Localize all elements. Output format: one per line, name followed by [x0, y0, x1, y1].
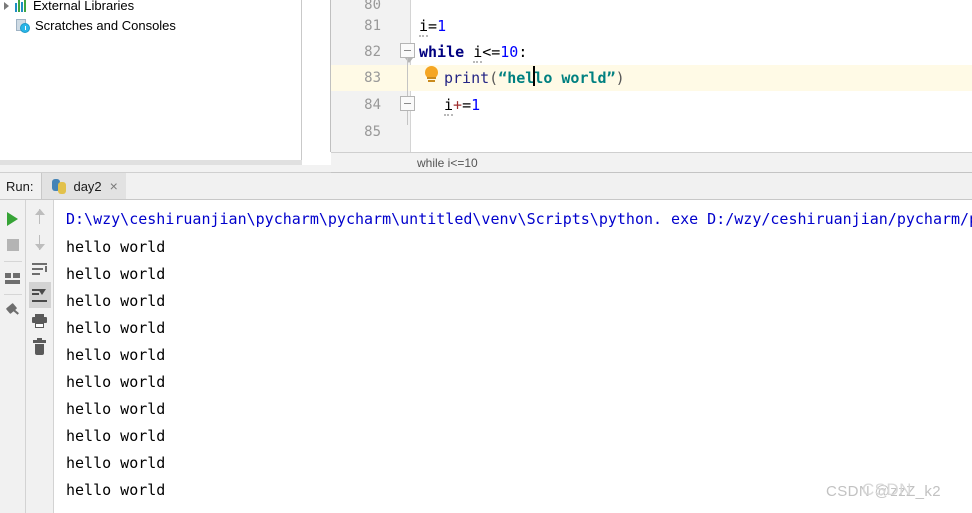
watermark-logo: CSDN — [862, 480, 912, 499]
console-output-line: hello world — [66, 346, 166, 364]
tree-item-label: Scratches and Consoles — [35, 18, 176, 33]
tree-item-scratches-and-consoles[interactable]: Scratches and Consoles — [0, 16, 176, 35]
up-button[interactable] — [29, 204, 51, 230]
pycharm-window: External Libraries Scratches and Console… — [0, 0, 972, 513]
console-output-line: hello world — [66, 400, 166, 418]
run-window-label: Run: — [6, 178, 34, 194]
pin-tab-button[interactable] — [2, 298, 24, 324]
run-tab-day2[interactable]: day2 × — [42, 173, 126, 199]
code-text-82: while i<=10: — [419, 43, 528, 63]
clear-all-button[interactable] — [29, 334, 51, 360]
console-output-line: hello world — [66, 238, 166, 256]
layout-icon — [5, 272, 20, 284]
console-output-line: hello world — [66, 454, 166, 472]
code-text-81: i=1 — [419, 17, 447, 37]
console-actions-toolbar — [26, 200, 53, 513]
scroll-to-end-button[interactable] — [28, 282, 51, 308]
project-pane-divider — [301, 0, 302, 160]
pin-icon — [5, 304, 20, 319]
scratches-icon — [16, 18, 31, 33]
run-tab-bar: Run: day2 × — [0, 172, 972, 200]
line-number: 80 — [364, 0, 381, 13]
console-output-line: hello world — [66, 427, 166, 445]
tree-item-label: External Libraries — [33, 0, 135, 13]
arrow-up-icon — [33, 209, 46, 225]
console-output-line: hello world — [66, 319, 166, 337]
code-line-85[interactable]: 85 — [331, 119, 972, 145]
console-output-line: hello world — [66, 292, 166, 310]
line-number: 84 — [364, 97, 381, 113]
library-icon — [15, 0, 29, 12]
line-number: 81 — [364, 18, 381, 34]
console-output-line: hello world — [66, 373, 166, 391]
fold-guide-line — [407, 58, 408, 96]
watermark: CSDN @zzZ_k2 CSDN — [826, 480, 941, 500]
rerun-button[interactable] — [2, 206, 24, 232]
run-tab-label: day2 — [73, 178, 102, 194]
stop-button[interactable] — [2, 232, 24, 258]
project-tree-pane: External Libraries Scratches and Console… — [0, 0, 302, 165]
run-icon — [7, 212, 18, 226]
line-number: 83 — [364, 70, 381, 86]
soft-wrap-icon — [32, 263, 47, 275]
code-text-84: i+=1 — [444, 96, 481, 116]
breadcrumb-bar[interactable]: while i<=10 — [331, 152, 972, 173]
console-command-line: D:\wzy\ceshiruanjian\pycharm\pycharm\unt… — [66, 210, 972, 228]
line-number: 85 — [364, 124, 381, 140]
code-line-81[interactable]: 81 i=1 — [331, 13, 972, 39]
trash-icon — [33, 337, 46, 355]
arrow-down-icon — [33, 235, 46, 251]
run-actions-toolbar — [0, 200, 25, 513]
code-line-82[interactable]: 82 while i<=10: — [331, 39, 972, 65]
intention-bulb-icon[interactable] — [424, 66, 439, 82]
run-tool-window: Run: day2 × D:\wzy\ceshiruanjian\pycharm… — [0, 172, 972, 513]
console-output[interactable]: D:\wzy\ceshiruanjian\pycharm\pycharm\unt… — [54, 200, 972, 513]
down-button[interactable] — [29, 230, 51, 256]
text-caret — [533, 66, 535, 86]
layout-button[interactable] — [2, 265, 24, 291]
code-fold-toggle-while[interactable] — [400, 43, 415, 63]
toolbar-separator — [3, 261, 22, 262]
toolbar-separator — [3, 294, 22, 295]
scroll-to-end-icon — [32, 288, 47, 302]
console-output-line: hello world — [66, 265, 166, 283]
print-icon — [32, 314, 47, 328]
fold-guide-line — [407, 111, 408, 125]
close-icon[interactable]: × — [110, 179, 118, 193]
soft-wrap-button[interactable] — [29, 256, 51, 282]
stop-icon — [6, 239, 19, 251]
code-fold-toggle-inner[interactable] — [400, 96, 415, 111]
breadcrumb-item[interactable]: while i<=10 — [417, 156, 478, 170]
tree-item-external-libraries[interactable]: External Libraries — [0, 0, 134, 15]
console-output-line: hello world — [66, 481, 166, 499]
print-button[interactable] — [29, 308, 51, 334]
chevron-right-icon[interactable] — [2, 1, 11, 10]
python-icon — [52, 178, 67, 194]
code-line-84[interactable]: 84 i+=1 — [331, 92, 972, 118]
line-number: 82 — [364, 44, 381, 60]
